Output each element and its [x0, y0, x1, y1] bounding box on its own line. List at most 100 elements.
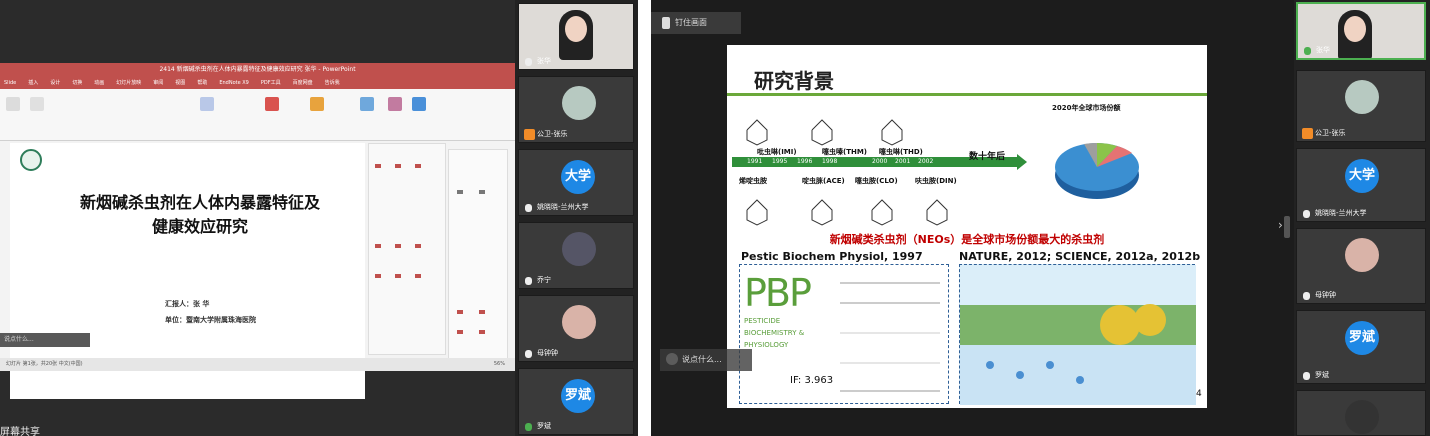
ppt-tab[interactable]: 切换 [72, 77, 82, 89]
microphone-icon [1303, 372, 1310, 380]
impact-factor: IF: 3.963 [790, 375, 834, 386]
ppt-tab[interactable]: Slide [4, 77, 16, 89]
participant-name: 姚晓晓-兰州大学 [1315, 209, 1367, 217]
animation-pane [368, 143, 446, 355]
journal-name: PESTICIDE BIOCHEMISTRY & PHYSIOLOGY [744, 317, 805, 349]
chemical-label: 呋虫胺(DIN) [915, 177, 957, 185]
ppt-ribbon [0, 89, 515, 141]
timeline-year: 1995 [772, 158, 788, 165]
ppt-tab[interactable]: 设计 [50, 77, 60, 89]
participant-name: 张华 [1316, 46, 1330, 54]
drag-handle[interactable] [1284, 216, 1290, 238]
avatar [1345, 80, 1379, 114]
image-icon[interactable] [360, 97, 374, 111]
participant-tile[interactable]: 罗斌 罗斌 [1296, 310, 1426, 384]
ppt-tab[interactable]: 幻灯片放映 [116, 77, 141, 89]
slide-canvas-right: 研究背景 2020年全球市场份额 1991 1995 1996 1998 200… [727, 45, 1207, 408]
font-icon[interactable] [30, 97, 44, 111]
decades-label: 数十年后 [969, 152, 1006, 162]
citation-left: Pestic Biochem Physiol, 1997 [741, 250, 923, 263]
participant-name: 母钟钟 [537, 349, 558, 357]
timeline-year: 1998 [822, 158, 838, 165]
participant-name: 姚晓晓-兰州大学 [537, 203, 589, 211]
section-title: 研究背景 [754, 69, 834, 93]
chat-input[interactable]: 说点什么... [660, 349, 752, 371]
microphone-icon [1304, 47, 1311, 55]
highlight-statement: 新烟碱类杀虫剂（NEOs）是全球市场份额最大的杀虫剂 [829, 233, 1105, 246]
ppt-tab[interactable]: 审阅 [153, 77, 163, 89]
market-share-pie [1055, 142, 1139, 199]
participant-name: 罗斌 [1315, 371, 1329, 379]
align-tools-pane [448, 149, 508, 361]
screen-share-label: 屏幕共享 [0, 427, 40, 436]
paste-icon[interactable] [6, 97, 20, 111]
participant-tile[interactable]: 罗斌 罗斌 [518, 368, 634, 435]
avatar: 大学 [561, 160, 595, 194]
participant-tile[interactable]: 母钟钟 [1296, 228, 1426, 304]
reporter-label: 汇报人：张 华 [165, 300, 210, 308]
participant-tile[interactable]: 大学 姚晓晓-兰州大学 [518, 149, 634, 216]
participant-tile[interactable]: 母钟钟 [518, 295, 634, 362]
participant-tile[interactable] [1296, 390, 1426, 436]
ppt-tab[interactable]: 视图 [175, 77, 185, 89]
microphone-icon [1303, 210, 1310, 218]
ppt-title-bar: 2414 新烟碱杀虫剂在人体内暴露特征及健康效应研究 张华 - PowerPoi… [0, 63, 515, 77]
ppt-tab[interactable]: 告诉我 [325, 77, 340, 89]
host-badge-icon [1302, 128, 1313, 139]
data-table-image [840, 282, 940, 392]
microphone-icon [525, 350, 532, 358]
ppt-tab[interactable]: 百度网盘 [293, 77, 313, 89]
avatar: 罗斌 [561, 379, 595, 413]
participant-name: 张华 [537, 57, 551, 65]
participant-name: 公卫-张乐 [537, 130, 568, 138]
participant-name: 乔宁 [537, 276, 551, 284]
molecule-structures-bottom [746, 199, 948, 226]
participant-name: 公卫-张乐 [1315, 129, 1346, 137]
timeline-year: 2001 [895, 158, 911, 165]
nature-figure-right [959, 264, 1196, 405]
ppt-tab[interactable]: PDF工具 [261, 77, 281, 89]
mail-icon[interactable] [310, 97, 324, 111]
avatar [562, 305, 596, 339]
participant-tile[interactable]: 大学 姚晓晓-兰州大学 [1296, 148, 1426, 222]
title-underline [727, 93, 1207, 96]
slide-title: 新烟碱杀虫剂在人体内暴露特征及健康效应研究 [80, 193, 321, 236]
timeline-year: 1996 [797, 158, 813, 165]
chevron-right-icon[interactable]: › [1278, 218, 1283, 232]
molecule-structures-top [746, 119, 903, 146]
microphone-icon [1303, 292, 1310, 300]
university-logo [20, 149, 42, 171]
share-icon[interactable] [412, 97, 426, 111]
timeline-year: 2000 [872, 158, 888, 165]
ppt-tab[interactable]: EndNote X9 [219, 77, 249, 89]
participant-tile[interactable]: 张华 [518, 3, 634, 70]
designer-icon[interactable] [388, 97, 402, 111]
timeline-year: 1991 [747, 158, 763, 165]
avatar [562, 232, 596, 266]
journal-figure-left: PBP PESTICIDE BIOCHEMISTRY & PHYSIOLOGY … [739, 264, 949, 404]
journal-logo: PBP [744, 271, 812, 315]
avatar [1345, 238, 1379, 272]
participant-tile[interactable]: 乔宁 [518, 222, 634, 289]
pie-title: 2020年全球市场份额 [1052, 104, 1121, 112]
arrange-icon[interactable] [200, 97, 214, 111]
participant-tile[interactable]: 公卫-张乐 [518, 76, 634, 143]
zoom-level[interactable]: 56% [494, 358, 505, 371]
ppt-tab[interactable]: 帮助 [197, 77, 207, 89]
chat-input[interactable]: 说点什么... [0, 333, 90, 347]
pdf-icon[interactable] [265, 97, 279, 111]
timeline-year: 2002 [918, 158, 934, 165]
participant-tile-active[interactable]: 张华 [1296, 2, 1426, 60]
ppt-tab[interactable]: 动画 [94, 77, 104, 89]
participant-name: 罗斌 [537, 422, 551, 430]
chemical-label: 啶虫脒(ACE) [802, 177, 845, 185]
ppt-tab[interactable]: 插入 [28, 77, 38, 89]
status-text: 幻灯片 第1张，共20张 中文(中国) [6, 361, 83, 367]
avatar [1345, 400, 1379, 434]
citation-right: NATURE, 2012; SCIENCE, 2012a, 2012b [959, 250, 1201, 263]
avatar: 大学 [1345, 159, 1379, 193]
page-number: 4 [1196, 389, 1202, 399]
participant-tile[interactable]: 公卫-张乐 [1296, 70, 1426, 142]
ppt-status-bar: 幻灯片 第1张，共20张 中文(中国) 56% [0, 358, 515, 371]
field-illustration [960, 265, 1196, 405]
